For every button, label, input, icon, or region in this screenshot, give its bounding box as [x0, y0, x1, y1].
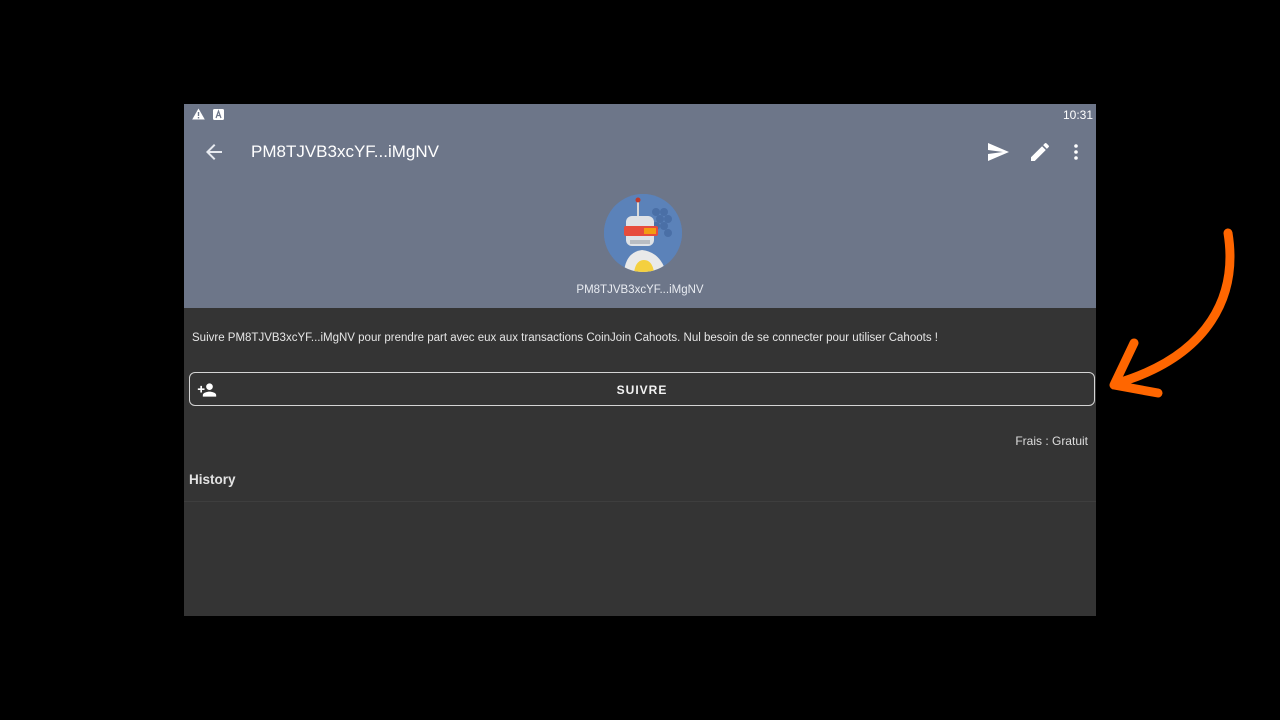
clock: 10:31	[1062, 108, 1093, 122]
history-heading: History	[189, 472, 236, 487]
follow-button[interactable]: SUIVRE	[189, 372, 1095, 406]
warning-icon	[192, 108, 205, 120]
follow-button-label: SUIVRE	[616, 383, 668, 397]
back-arrow-icon[interactable]	[202, 140, 226, 164]
send-icon[interactable]	[986, 140, 1010, 164]
notification-a-icon	[213, 108, 224, 120]
profile-nym: PM8TJVB3xcYF...iMgNV	[576, 284, 704, 296]
edit-icon[interactable]	[1028, 140, 1052, 164]
app-bar: PM8TJVB3xcYF...iMgNV	[184, 126, 1096, 178]
follow-description: Suivre PM8TJVB3xcYF...iMgNV pour prendre…	[192, 332, 938, 344]
fees-label: Frais : Gratuit	[1015, 434, 1088, 448]
app-screen: 10:31 PM8TJVB3xcYF...iMgNV PM8TJVB3xcYF.…	[184, 104, 1096, 616]
avatar	[604, 194, 682, 272]
page-title: PM8TJVB3xcYF...iMgNV	[251, 142, 439, 161]
divider	[184, 501, 1096, 502]
annotation-arrow-icon	[1109, 228, 1235, 398]
robot-avatar-icon	[604, 194, 682, 272]
profile-header: PM8TJVB3xcYF...iMgNV	[184, 178, 1096, 308]
status-bar: 10:31	[184, 104, 1096, 126]
more-vert-icon[interactable]	[1064, 140, 1088, 164]
